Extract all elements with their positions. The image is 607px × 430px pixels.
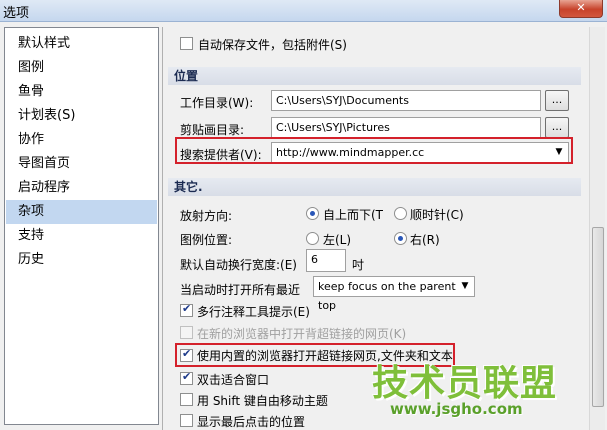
wrap-width-field[interactable]: 6 (306, 249, 346, 272)
clipart-dir-field[interactable]: C:\Users\SYJ\Pictures (271, 117, 541, 138)
clipart-dir-browse-button[interactable]: ... (545, 117, 569, 138)
autosave-label: 自动保存文件，包括附件(S) (198, 38, 347, 52)
highlight-box-search (175, 137, 573, 164)
show-last-pos-checkbox[interactable] (180, 414, 193, 427)
autosave-checkbox[interactable] (180, 37, 193, 50)
legend-right-radio[interactable] (394, 232, 407, 245)
dblclick-fit-label: 双击适合窗口 (197, 373, 270, 387)
clipart-dir-label: 剪贴画目录: (180, 123, 245, 137)
category-list: 默认样式 图例 鱼骨 计划表(S) 协作 导图首页 启动程序 杂项 支持 历史 (4, 27, 159, 425)
work-dir-browse-button[interactable]: ... (545, 90, 569, 111)
shift-move-checkbox[interactable] (180, 393, 193, 406)
dropdown-arrow-icon: ▼ (461, 281, 469, 291)
radial-clockwise-label: 顺时针(C) (410, 208, 464, 222)
auto-open-label: 当启动时打开所有最近 (180, 283, 301, 297)
sidebar-item-startup[interactable]: 启动程序 (6, 176, 157, 200)
watermark-logo: 技术员联盟 www.jsgho.com (372, 354, 604, 426)
legend-left-label: 左(L) (323, 233, 352, 247)
radial-direction-label: 放射方向: (180, 209, 233, 223)
radial-clockwise-radio[interactable] (394, 207, 407, 220)
sidebar-item-legend[interactable]: 图例 (6, 56, 157, 80)
sidebar-item-support[interactable]: 支持 (6, 224, 157, 248)
dblclick-fit-checkbox[interactable] (180, 370, 193, 385)
sidebar-item-schedule[interactable]: 计划表(S) (6, 104, 157, 128)
work-dir-label: 工作目录(W): (180, 96, 254, 110)
legend-position-label: 图例位置: (180, 233, 233, 247)
work-dir-field[interactable]: C:\Users\SYJ\Documents (271, 90, 541, 111)
watermark-main-text: 技术员联盟 (372, 363, 558, 404)
radial-topdown-radio[interactable] (306, 207, 319, 220)
multiline-tips-label: 多行注释工具提示(E) (197, 305, 310, 319)
window-title: 选项 (3, 6, 30, 21)
title-bar: 选项 ✕ (0, 0, 607, 22)
sidebar-item-history[interactable]: 历史 (6, 248, 157, 272)
legend-right-label: 右(R) (410, 233, 440, 247)
show-last-pos-label: 显示最后点击的位置 (197, 415, 306, 429)
open-new-browser-label: 在新的浏览器中打开背超链接的网页(K) (197, 327, 407, 341)
multiline-tips-checkbox[interactable] (180, 302, 193, 317)
shift-move-label: 用 Shift 键自由移动主题 (197, 394, 328, 408)
close-button[interactable]: ✕ (559, 0, 603, 18)
sidebar-item-misc[interactable]: 杂项 (6, 200, 157, 224)
sidebar-item-default-style[interactable]: 默认样式 (6, 32, 157, 56)
auto-open-select[interactable]: keep focus on the parent top ▼ (313, 276, 475, 312)
legend-left-radio[interactable] (306, 232, 319, 245)
open-new-browser-checkbox[interactable] (180, 326, 193, 339)
radial-topdown-label: 自上而下(T (323, 208, 384, 222)
location-section-header: 位置 (168, 67, 581, 85)
sidebar-item-collaboration[interactable]: 协作 (6, 128, 157, 152)
watermark-url-text: www.jsgho.com (390, 400, 523, 418)
wrap-width-unit: 吋 (352, 258, 365, 272)
wrap-width-label: 默认自动换行宽度:(E) (180, 258, 297, 272)
sidebar-item-map-home[interactable]: 导图首页 (6, 152, 157, 176)
sidebar-item-fishbone[interactable]: 鱼骨 (6, 80, 157, 104)
other-section-header: 其它. (168, 178, 581, 196)
